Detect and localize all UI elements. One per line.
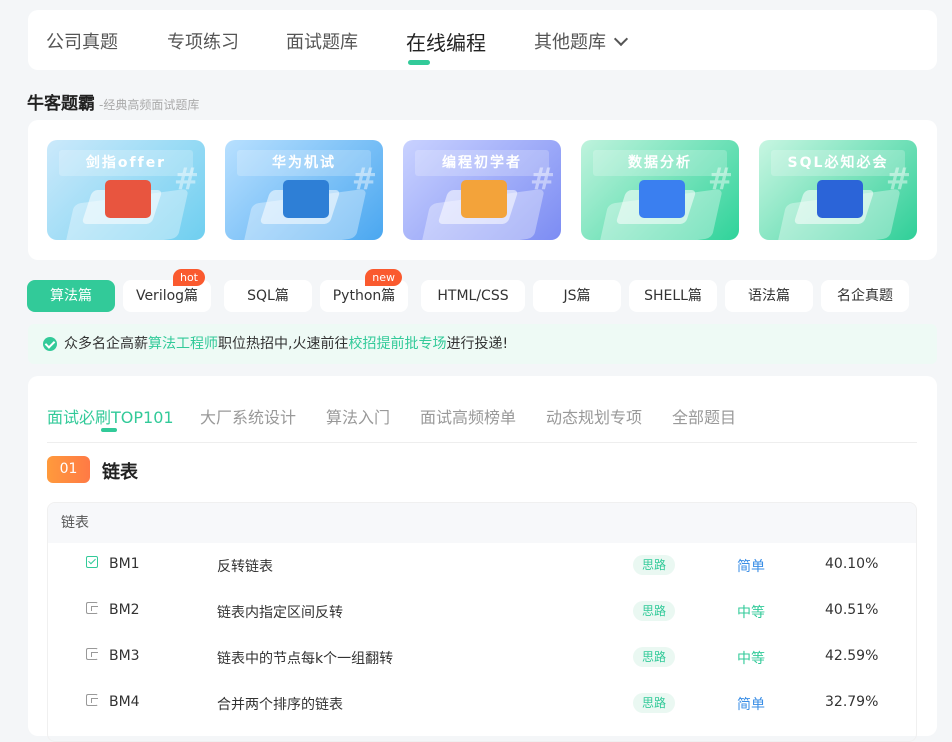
nav-item-online-coding-label: 在线编程 — [406, 31, 486, 55]
nav-item-other-label: 其他题库 — [534, 32, 606, 53]
banner-illustration — [283, 180, 329, 218]
nav-item-interview[interactable]: 面试题库 — [286, 28, 358, 54]
pill-4[interactable]: HTML/CSS — [421, 280, 525, 312]
banner-card-4[interactable]: # SQL必知必会 — [759, 140, 917, 240]
problem-table: 链表 BM1 反转链表 思路 简单 40.10% BM2 链表内指定区间反转 思路 中等 40.5… — [47, 502, 917, 742]
pass-rate: 40.10% — [825, 556, 879, 572]
nav-item-company[interactable]: 公司真题 — [46, 28, 118, 54]
difficulty: 简单 — [737, 559, 765, 575]
pill-7[interactable]: 语法篇 — [725, 280, 813, 312]
edit-icon — [86, 648, 98, 660]
notice-text-3: 进行投递! — [446, 336, 509, 352]
problem-panel: 面试必刷TOP101 大厂系统设计 算法入门 面试高频榜单 动态规划专项 全部题目 01 … — [28, 376, 937, 742]
pill-label: 算法篇 — [50, 288, 92, 304]
problem-title: 反转链表 — [217, 559, 273, 575]
difficulty: 简单 — [737, 697, 765, 713]
pill-label: HTML/CSS — [437, 288, 509, 304]
banner-illustration — [639, 180, 685, 218]
pill-5[interactable]: JS篇 — [533, 280, 621, 312]
pass-rate: 32.79% — [825, 694, 879, 710]
pill-label: Verilog篇 — [135, 288, 199, 304]
banner-card-1[interactable]: # 华为机试 — [225, 140, 383, 240]
problem-title: 合并两个排序的链表 — [217, 697, 343, 713]
banner-title: 编程初学者 — [415, 150, 549, 176]
pill-2[interactable]: SQL篇 — [224, 280, 312, 312]
top-nav: 公司真题 专项练习 面试题库 在线编程 其他题库 — [28, 10, 937, 70]
table-row[interactable]: BM1 反转链表 思路 简单 40.10% — [48, 543, 916, 589]
pill-3[interactable]: Python篇 new — [320, 269, 408, 312]
tab-4[interactable]: 动态规划专项 — [546, 404, 642, 428]
difficulty: 中等 — [737, 605, 765, 621]
tab-active-indicator — [101, 428, 117, 432]
banner-title: 华为机试 — [237, 150, 371, 176]
banner-row: # 剑指offer # 华为机试 # 编程初学者 # 数据分析 # SQL必知必会 — [28, 120, 937, 260]
table-row[interactable]: BM4 合并两个排序的链表 思路 简单 32.79% — [48, 681, 916, 727]
pill-badge-new: new — [365, 269, 402, 286]
tab-3[interactable]: 面试高频榜单 — [420, 404, 516, 428]
problem-title: 链表中的节点每k个一组翻转 — [217, 651, 394, 667]
banner-title: 剑指offer — [59, 150, 193, 176]
pill-label: SHELL篇 — [644, 288, 702, 304]
notice-text-2: 职位热招中,火速前往 — [218, 336, 349, 352]
tab-0[interactable]: 面试必刷TOP101 — [47, 404, 174, 428]
table-header: 链表 — [48, 503, 916, 543]
hint-badge[interactable]: 思路 — [633, 555, 676, 575]
pill-label: 名企真题 — [837, 288, 893, 304]
nav-item-online-coding[interactable]: 在线编程 — [406, 27, 486, 65]
section-subtitle: -经典高频面试题库 — [99, 98, 200, 112]
nav-active-indicator — [408, 60, 430, 65]
banner-title: 数据分析 — [593, 150, 727, 176]
banner-title: SQL必知必会 — [771, 150, 905, 176]
problem-title: 链表内指定区间反转 — [217, 605, 343, 621]
pill-label: Python篇 — [332, 288, 396, 304]
check-circle-icon — [43, 337, 57, 351]
table-row[interactable]: BM2 链表内指定区间反转 思路 中等 40.51% — [48, 589, 916, 635]
problem-id: BM2 — [109, 602, 140, 618]
group-title: 链表 — [102, 462, 138, 483]
tab-5[interactable]: 全部题目 — [672, 404, 736, 428]
hint-badge[interactable]: 思路 — [633, 647, 676, 667]
pass-rate: 42.59% — [825, 648, 879, 664]
banner-card-3[interactable]: # 数据分析 — [581, 140, 739, 240]
tab-1[interactable]: 大厂系统设计 — [200, 404, 296, 428]
tab-divider — [47, 442, 917, 443]
pill-8[interactable]: 名企真题 — [821, 280, 909, 312]
problem-id: BM3 — [109, 648, 140, 664]
section-title: 牛客题霸 — [27, 94, 95, 114]
pill-badge-hot: hot — [172, 269, 205, 286]
pill-0[interactable]: 算法篇 — [27, 280, 115, 312]
table-row[interactable]: BM3 链表中的节点每k个一组翻转 思路 中等 42.59% — [48, 635, 916, 681]
banner-card-0[interactable]: # 剑指offer — [47, 140, 205, 240]
group-number-badge: 01 — [47, 456, 90, 483]
nav-item-special[interactable]: 专项练习 — [167, 28, 239, 54]
section-heading: 牛客题霸 -经典高频面试题库 — [27, 89, 199, 114]
checked-icon — [86, 556, 98, 568]
notice-text-1: 众多名企高薪 — [64, 336, 148, 352]
edit-icon — [86, 602, 98, 614]
banner-illustration — [817, 180, 863, 218]
hint-badge[interactable]: 思路 — [633, 693, 676, 713]
pill-label: JS篇 — [563, 288, 591, 304]
notice-link-algorithm-engineer[interactable]: 算法工程师 — [148, 336, 218, 352]
notice-link-campus[interactable]: 校招提前批专场 — [348, 336, 446, 352]
problem-id: BM1 — [109, 556, 140, 572]
notice-bar: 众多名企高薪算法工程师职位热招中,火速前往校招提前批专场进行投递! — [28, 324, 937, 364]
banner-card-2[interactable]: # 编程初学者 — [403, 140, 561, 240]
pill-1[interactable]: Verilog篇 hot — [123, 269, 211, 312]
edit-icon — [86, 694, 98, 706]
chevron-down-icon — [613, 31, 629, 47]
banner-illustration — [105, 180, 151, 218]
tab-2[interactable]: 算法入门 — [326, 404, 390, 428]
pass-rate: 40.51% — [825, 602, 879, 618]
nav-item-other[interactable]: 其他题库 — [534, 28, 629, 54]
pill-label: SQL篇 — [247, 288, 289, 304]
hint-badge[interactable]: 思路 — [633, 601, 676, 621]
pill-6[interactable]: SHELL篇 — [629, 280, 717, 312]
banner-illustration — [461, 180, 507, 218]
difficulty: 中等 — [737, 651, 765, 667]
pill-label: 语法篇 — [748, 288, 790, 304]
problem-id: BM4 — [109, 694, 140, 710]
